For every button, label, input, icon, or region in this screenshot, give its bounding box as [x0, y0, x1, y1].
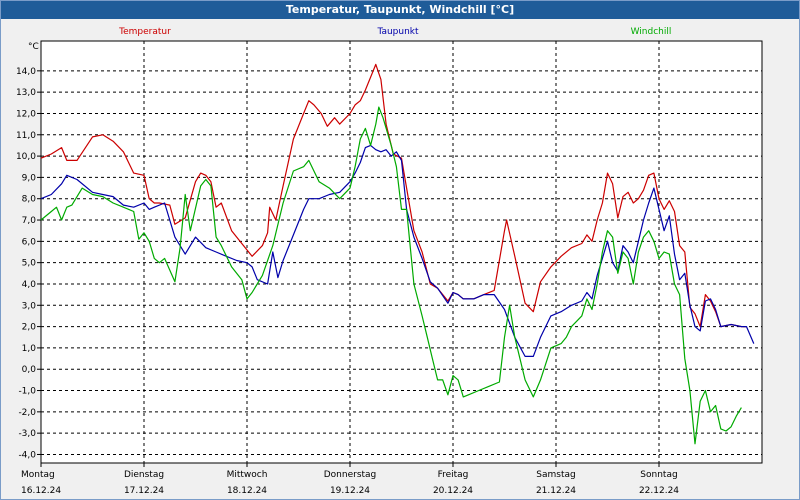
x-tick-day: Montag	[21, 470, 55, 480]
y-tick-label: 1,0	[22, 344, 37, 354]
x-axis-ticks: Montag 16.12.24 Dienstag 17.12.24 Mittwoch 18…	[21, 463, 679, 496]
legend: Temperatur Taupunkt Windchill	[118, 27, 671, 37]
legend-item: Taupunkt	[376, 27, 419, 37]
x-tick-date: 22.12.24	[639, 486, 679, 496]
x-tick-day: Samstag	[536, 470, 575, 480]
x-tick-date: 16.12.24	[21, 486, 61, 496]
y-tick-label: 4,0	[22, 280, 37, 290]
x-tick-day: Sonntag	[640, 470, 677, 480]
y-axis-unit: °C	[28, 42, 39, 52]
x-tick-day: Mittwoch	[227, 470, 268, 480]
x-tick-day: Dienstag	[124, 470, 164, 480]
y-tick-label: -3,0	[18, 429, 36, 439]
chart-canvas: 14,0 13,0 12,0 11,0 10,0 9,0 8,0 7,0 6,0 5,0 4,0 3,…	[16, 27, 763, 496]
y-axis-ticks: 14,0 13,0 12,0 11,0 10,0 9,0 8,0 7,0 6,0 5,0 4,0 3,…	[16, 67, 41, 460]
y-tick-label: -1,0	[18, 387, 36, 397]
x-tick-date: 21.12.24	[536, 486, 576, 496]
y-tick-label: 6,0	[22, 237, 37, 247]
y-tick-label: 11,0	[16, 131, 36, 141]
x-tick-day: Freitag	[438, 470, 469, 480]
y-tick-label: 12,0	[16, 109, 36, 119]
plot-area	[40, 40, 763, 464]
y-tick-label: 8,0	[22, 195, 37, 205]
y-tick-label: -2,0	[18, 408, 36, 418]
y-tick-label: 3,0	[22, 301, 37, 311]
x-tick-day: Donnerstag	[324, 470, 377, 480]
y-tick-label: 14,0	[16, 67, 36, 77]
y-tick-label: 0,0	[22, 365, 37, 375]
x-tick-date: 17.12.24	[124, 486, 164, 496]
y-tick-label: 9,0	[22, 173, 37, 183]
chart-window: Temperatur, Taupunkt, Windchill [°C] 14,…	[0, 0, 800, 500]
y-tick-label: 7,0	[22, 216, 37, 226]
legend-item: Temperatur	[118, 27, 171, 37]
y-tick-label: 2,0	[22, 323, 37, 333]
y-tick-label: 5,0	[22, 259, 37, 269]
x-tick-date: 20.12.24	[433, 486, 473, 496]
x-tick-date: 19.12.24	[330, 486, 370, 496]
legend-item: Windchill	[631, 27, 672, 37]
x-tick-date: 18.12.24	[227, 486, 267, 496]
y-tick-label: -4,0	[18, 450, 36, 460]
y-tick-label: 10,0	[16, 152, 36, 162]
y-tick-label: 13,0	[16, 88, 36, 98]
